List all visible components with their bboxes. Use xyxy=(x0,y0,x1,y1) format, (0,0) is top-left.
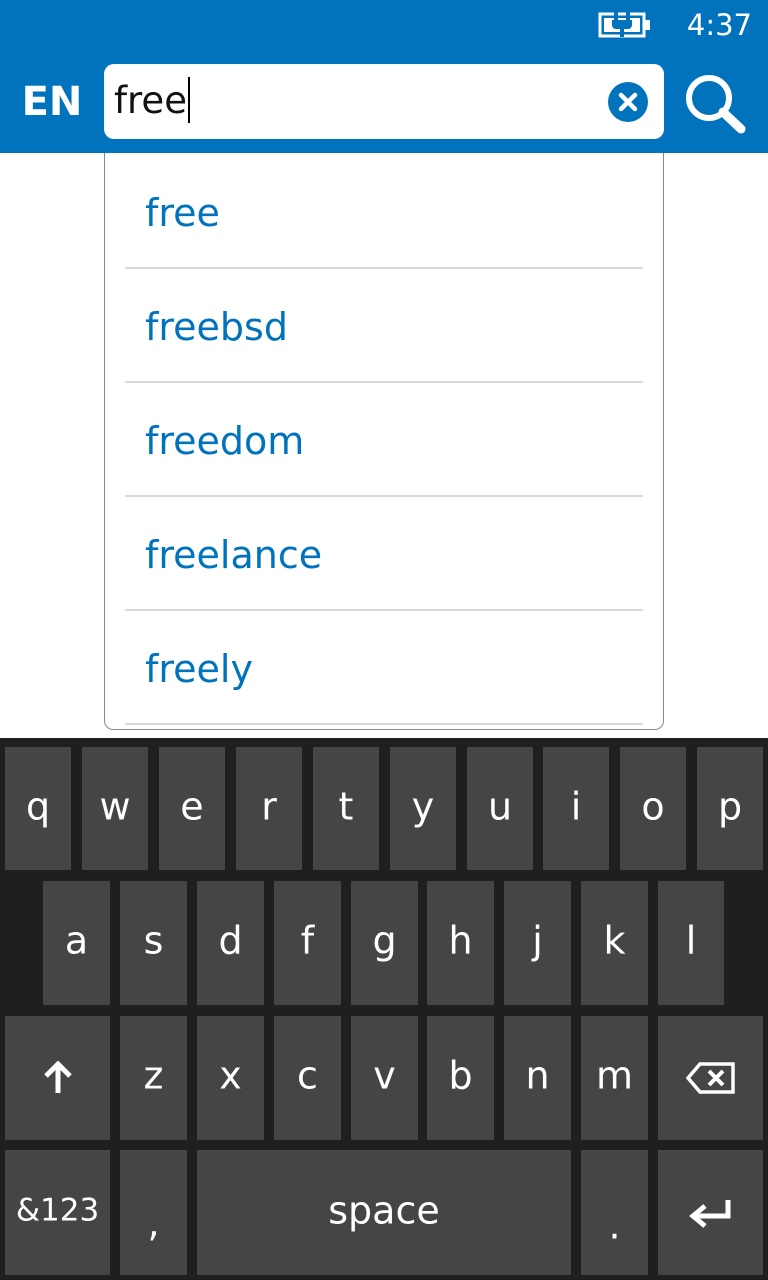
clear-icon xyxy=(618,92,638,112)
battery-charging-icon xyxy=(598,12,650,38)
key-label: m xyxy=(595,1053,634,1098)
suggestions-list: free freebsd freedom freelance freely xyxy=(104,153,664,730)
dictionary-search-screen: 4:37 EN free free freebsd freedom freela… xyxy=(0,0,768,1280)
symbols-key[interactable]: &123 xyxy=(5,1150,110,1275)
suggestion-label: freelance xyxy=(145,533,323,577)
key-label: s xyxy=(143,918,164,963)
enter-key[interactable] xyxy=(658,1150,763,1275)
suggestion-label: freebsd xyxy=(145,305,288,349)
key-label: y xyxy=(411,784,435,828)
key-label: , xyxy=(147,1200,160,1245)
clear-button[interactable] xyxy=(608,82,648,122)
key-u[interactable]: u xyxy=(467,747,533,870)
key-j[interactable]: j xyxy=(504,881,571,1005)
key-label: b xyxy=(448,1053,473,1098)
key-label: q xyxy=(25,784,51,828)
status-time: 4:37 xyxy=(686,8,752,42)
key-label: x xyxy=(219,1053,242,1098)
key-label: p xyxy=(717,784,743,828)
key-label: u xyxy=(487,784,513,828)
key-w[interactable]: w xyxy=(82,747,148,870)
key-c[interactable]: c xyxy=(274,1016,341,1140)
key-l[interactable]: l xyxy=(658,881,724,1005)
key-label: o xyxy=(641,784,665,828)
search-icon xyxy=(686,75,746,134)
search-input[interactable]: free xyxy=(114,70,584,132)
shift-key[interactable] xyxy=(5,1016,110,1140)
suggestion-label: freedom xyxy=(145,419,305,463)
key-label: f xyxy=(300,918,315,963)
key-k[interactable]: k xyxy=(581,881,648,1005)
suggestion-item[interactable]: freely xyxy=(125,612,643,725)
app-header: 4:37 EN free xyxy=(0,0,768,153)
key-s[interactable]: s xyxy=(120,881,187,1005)
key-label: . xyxy=(608,1203,621,1247)
text-caret xyxy=(187,76,190,123)
key-a[interactable]: a xyxy=(43,881,110,1005)
key-label: r xyxy=(261,784,277,828)
key-label: c xyxy=(297,1053,318,1098)
key-label: t xyxy=(338,784,354,828)
suggestion-label: freely xyxy=(145,647,253,691)
on-screen-keyboard: q w e r t y u i o p a s d f g h j k l z … xyxy=(0,738,768,1280)
suggestion-item[interactable]: freelance xyxy=(125,498,643,611)
shift-arrow-icon xyxy=(44,1061,72,1093)
suggestion-item[interactable]: freedom xyxy=(125,384,643,497)
key-x[interactable]: x xyxy=(197,1016,264,1140)
key-label: space xyxy=(328,1188,440,1232)
key-o[interactable]: o xyxy=(620,747,686,870)
key-h[interactable]: h xyxy=(427,881,494,1005)
key-label: v xyxy=(373,1053,396,1098)
key-f[interactable]: f xyxy=(274,881,341,1005)
key-z[interactable]: z xyxy=(120,1016,187,1140)
key-v[interactable]: v xyxy=(351,1016,418,1140)
search-button[interactable] xyxy=(680,70,750,136)
key-label: e xyxy=(180,784,204,828)
key-label: w xyxy=(99,784,131,828)
key-label: n xyxy=(525,1053,550,1098)
suggestion-item[interactable]: freebsd xyxy=(125,270,643,383)
key-label: l xyxy=(685,918,697,963)
suggestion-item[interactable]: free xyxy=(125,156,643,269)
key-i[interactable]: i xyxy=(543,747,609,870)
search-input-value: free xyxy=(114,79,187,122)
key-label: h xyxy=(448,918,473,963)
key-label: k xyxy=(603,918,626,963)
key-p[interactable]: p xyxy=(697,747,763,870)
key-label: g xyxy=(372,918,397,963)
key-g[interactable]: g xyxy=(351,881,418,1005)
backspace-icon xyxy=(686,1062,735,1094)
key-label: a xyxy=(64,918,89,963)
key-label: d xyxy=(218,918,243,963)
enter-icon xyxy=(689,1200,731,1228)
space-key[interactable]: space xyxy=(197,1150,571,1275)
key-q[interactable]: q xyxy=(5,747,71,870)
key-y[interactable]: y xyxy=(390,747,456,870)
key-label: j xyxy=(532,918,543,963)
key-b[interactable]: b xyxy=(427,1016,494,1140)
search-box: free xyxy=(104,64,664,139)
key-n[interactable]: n xyxy=(504,1016,571,1140)
key-t[interactable]: t xyxy=(313,747,379,870)
key-label: z xyxy=(143,1053,164,1098)
key-r[interactable]: r xyxy=(236,747,302,870)
key-label: &123 xyxy=(15,1192,100,1228)
key-label: i xyxy=(570,784,582,828)
comma-key[interactable]: , xyxy=(120,1150,187,1275)
key-e[interactable]: e xyxy=(159,747,225,870)
suggestion-label: free xyxy=(145,191,220,235)
period-key[interactable]: . xyxy=(581,1150,648,1275)
key-d[interactable]: d xyxy=(197,881,264,1005)
backspace-key[interactable] xyxy=(658,1016,763,1140)
key-m[interactable]: m xyxy=(581,1016,648,1140)
language-button[interactable]: EN xyxy=(0,66,104,138)
